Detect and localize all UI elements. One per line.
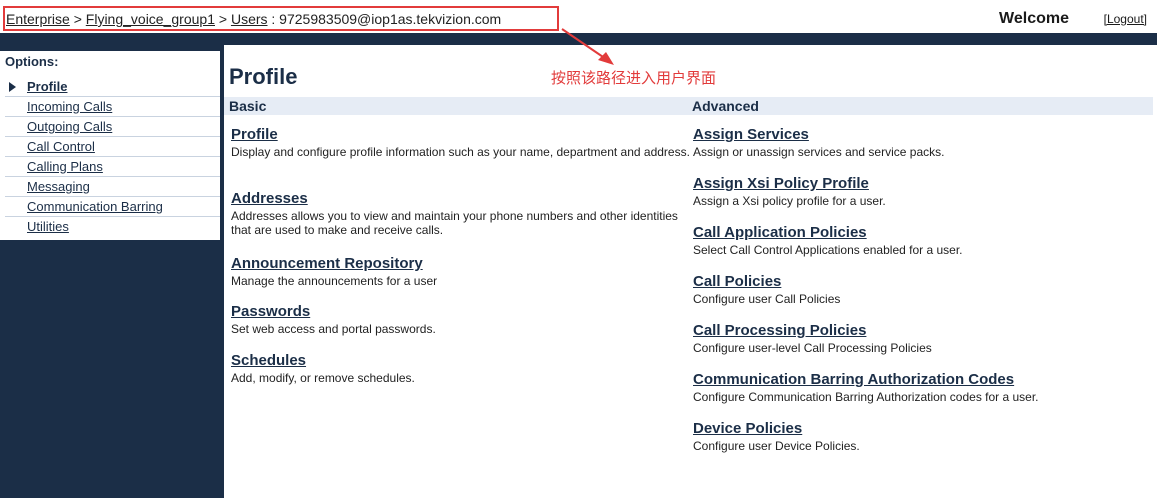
addresses-link[interactable]: Addresses: [231, 190, 691, 207]
item-description: Configure user Call Policies: [693, 292, 841, 306]
schedules-link[interactable]: Schedules: [231, 352, 691, 369]
item-description: Configure user-level Call Processing Pol…: [693, 341, 932, 355]
assign-xsi-policy-profile-link[interactable]: Assign Xsi Policy Profile: [693, 175, 1153, 192]
options-title: Options:: [5, 54, 59, 69]
basic-item-schedules: Schedules Add, modify, or remove schedul…: [231, 352, 691, 385]
options-panel: Options: Profile Incoming Calls Outgoing…: [0, 51, 220, 240]
annotation-note: 按照该路径进入用户界面: [551, 70, 717, 87]
sidebar-item-label: Incoming Calls: [27, 99, 113, 114]
basic-item-passwords: Passwords Set web access and portal pass…: [231, 303, 691, 336]
sidebar-item-communication-barring[interactable]: Communication Barring: [5, 197, 220, 217]
communication-barring-authorization-codes-link[interactable]: Communication Barring Authorization Code…: [693, 371, 1153, 388]
item-description: Configure Communication Barring Authoriz…: [693, 390, 1039, 404]
sidebar-item-outgoing-calls[interactable]: Outgoing Calls: [5, 117, 220, 137]
sidebar-item-utilities[interactable]: Utilities: [5, 217, 220, 237]
call-application-policies-link[interactable]: Call Application Policies: [693, 224, 1153, 241]
item-description: Add, modify, or remove schedules.: [231, 371, 415, 385]
call-processing-policies-link[interactable]: Call Processing Policies: [693, 322, 1153, 339]
passwords-link[interactable]: Passwords: [231, 303, 691, 320]
logout-link[interactable]: [Logout]: [1104, 12, 1147, 26]
profile-link[interactable]: Profile: [231, 126, 691, 143]
announcement-repository-link[interactable]: Announcement Repository: [231, 255, 691, 272]
sidebar-item-messaging[interactable]: Messaging: [5, 177, 220, 197]
item-description: Assign or unassign services and service …: [693, 145, 945, 159]
advanced-item-call-application-policies: Call Application Policies Select Call Co…: [693, 224, 1153, 257]
welcome-text: Welcome: [999, 10, 1069, 27]
item-description: Configure user Device Policies.: [693, 439, 860, 453]
basic-item-addresses: Addresses Addresses allows you to view a…: [231, 190, 691, 237]
sidebar: Options: Profile Incoming Calls Outgoing…: [0, 45, 224, 498]
basic-item-announcement-repository: Announcement Repository Manage the annou…: [231, 255, 691, 288]
sidebar-item-label: Communication Barring: [27, 199, 163, 214]
sidebar-item-label: Messaging: [27, 179, 90, 194]
item-description: Addresses allows you to view and maintai…: [231, 209, 678, 237]
sidebar-item-label: Profile: [27, 79, 68, 94]
item-description: Set web access and portal passwords.: [231, 322, 436, 336]
sidebar-item-incoming-calls[interactable]: Incoming Calls: [5, 97, 220, 117]
basic-item-profile: Profile Display and configure profile in…: [231, 126, 691, 159]
assign-services-link[interactable]: Assign Services: [693, 126, 1153, 143]
item-description: Display and configure profile informatio…: [231, 145, 690, 159]
item-description: Select Call Control Applications enabled…: [693, 243, 963, 257]
advanced-item-communication-barring-authorization-codes: Communication Barring Authorization Code…: [693, 371, 1153, 404]
advanced-item-call-policies: Call Policies Configure user Call Polici…: [693, 273, 1153, 306]
active-arrow-icon: [9, 82, 16, 92]
basic-section-heading: Basic: [224, 97, 690, 115]
advanced-item-assign-services: Assign Services Assign or unassign servi…: [693, 126, 1153, 159]
sidebar-item-calling-plans[interactable]: Calling Plans: [5, 157, 220, 177]
sidebar-item-label: Call Control: [27, 139, 95, 154]
sidebar-item-label: Outgoing Calls: [27, 119, 113, 134]
sidebar-item-call-control[interactable]: Call Control: [5, 137, 220, 157]
main-content: Profile 按照该路径进入用户界面 Basic Advanced Profi…: [224, 28, 1157, 498]
advanced-section-heading: Advanced: [687, 97, 1153, 115]
sidebar-item-label: Calling Plans: [27, 159, 103, 174]
advanced-item-assign-xsi-policy-profile: Assign Xsi Policy Profile Assign a Xsi p…: [693, 175, 1153, 208]
sidebar-item-label: Utilities: [27, 219, 69, 234]
item-description: Assign a Xsi policy profile for a user.: [693, 194, 886, 208]
advanced-item-device-policies: Device Policies Configure user Device Po…: [693, 420, 1153, 453]
page-title: Profile: [229, 64, 298, 89]
device-policies-link[interactable]: Device Policies: [693, 420, 1153, 437]
annotation-highlight-box: [3, 6, 559, 31]
item-description: Manage the announcements for a user: [231, 274, 438, 288]
call-policies-link[interactable]: Call Policies: [693, 273, 1153, 290]
advanced-item-call-processing-policies: Call Processing Policies Configure user-…: [693, 322, 1153, 355]
sidebar-item-profile[interactable]: Profile: [5, 77, 220, 97]
